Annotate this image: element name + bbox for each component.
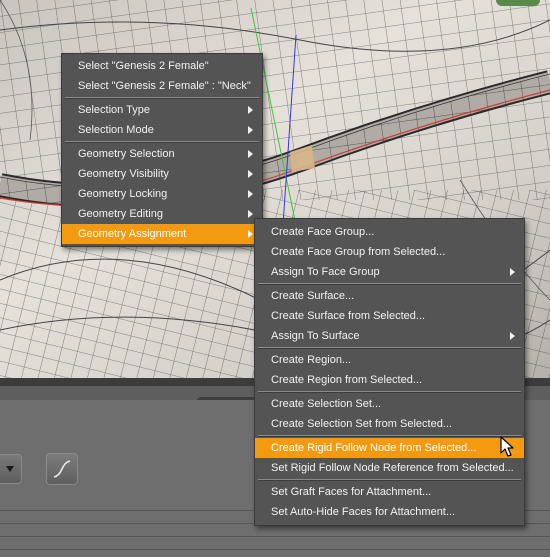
chevron-right-icon	[248, 190, 253, 198]
viewport-corner-widget[interactable]	[496, 0, 540, 6]
menu-separator	[258, 283, 521, 285]
chevron-down-icon	[6, 466, 14, 472]
dropdown-button[interactable]	[0, 454, 22, 484]
chevron-right-icon	[510, 332, 515, 340]
menu-item-label: Create Face Group from Selected...	[271, 246, 446, 258]
menu-item-set-auto-hide-faces[interactable]: Set Auto-Hide Faces for Attachment...	[255, 502, 524, 522]
menu-item-create-surface-from-selected[interactable]: Create Surface from Selected...	[255, 306, 524, 326]
menu-item-label: Geometry Assignment	[78, 228, 187, 240]
menu-item-set-rigid-follow-node-reference[interactable]: Set Rigid Follow Node Reference from Sel…	[255, 458, 524, 478]
menu-item-geometry-assignment[interactable]: Geometry Assignment	[62, 224, 262, 244]
menu-separator	[258, 435, 521, 437]
menu-item-label: Create Selection Set from Selected...	[271, 418, 452, 430]
menu-item-assign-to-surface[interactable]: Assign To Surface	[255, 326, 524, 346]
menu-item-create-face-group-from-selected[interactable]: Create Face Group from Selected...	[255, 242, 524, 262]
menu-separator	[258, 479, 521, 481]
menu-item-label: Geometry Selection	[78, 148, 175, 160]
chevron-right-icon	[248, 106, 253, 114]
menu-item-label: Create Region from Selected...	[271, 374, 423, 386]
menu-item-geometry-editing[interactable]: Geometry Editing	[62, 204, 262, 224]
menu-item-label: Assign To Face Group	[271, 266, 380, 278]
menu-item-label: Create Selection Set...	[271, 398, 382, 410]
pointer-cursor-icon	[500, 436, 514, 457]
geometry-assignment-submenu: Create Face Group... Create Face Group f…	[254, 218, 525, 526]
context-menu: Select "Genesis 2 Female" Select "Genesi…	[61, 53, 263, 247]
menu-item-create-rigid-follow-node[interactable]: Create Rigid Follow Node from Selected..…	[255, 438, 524, 458]
menu-item-selection-type[interactable]: Selection Type	[62, 100, 262, 120]
menu-item-label: Select "Genesis 2 Female"	[78, 60, 209, 72]
menu-separator	[258, 347, 521, 349]
chevron-right-icon	[510, 268, 515, 276]
menu-item-label: Set Auto-Hide Faces for Attachment...	[271, 506, 456, 518]
chevron-right-icon	[248, 126, 253, 134]
menu-item-label: Create Surface...	[271, 290, 355, 302]
menu-item-label: Geometry Visibility	[78, 168, 169, 180]
menu-item-create-surface[interactable]: Create Surface...	[255, 286, 524, 306]
menu-item-select-neck[interactable]: Select "Genesis 2 Female" : "Neck"	[62, 76, 262, 96]
menu-item-label: Selection Type	[78, 104, 150, 116]
menu-item-label: Geometry Locking	[78, 188, 168, 200]
menu-item-label: Create Face Group...	[271, 226, 375, 238]
menu-item-create-region-from-selected[interactable]: Create Region from Selected...	[255, 370, 524, 390]
chevron-right-icon	[248, 210, 253, 218]
menu-item-set-graft-faces[interactable]: Set Graft Faces for Attachment...	[255, 482, 524, 502]
menu-item-assign-to-face-group[interactable]: Assign To Face Group	[255, 262, 524, 282]
menu-item-label: Set Graft Faces for Attachment...	[271, 486, 432, 498]
menu-item-label: Selection Mode	[78, 124, 154, 136]
menu-item-create-selection-set-from-selected[interactable]: Create Selection Set from Selected...	[255, 414, 524, 434]
menu-item-label: Create Region...	[271, 354, 352, 366]
chevron-right-icon	[248, 170, 253, 178]
curve-icon	[53, 460, 71, 478]
menu-item-geometry-selection[interactable]: Geometry Selection	[62, 144, 262, 164]
menu-item-label: Set Rigid Follow Node Reference from Sel…	[271, 462, 514, 474]
menu-item-label: Select "Genesis 2 Female" : "Neck"	[78, 80, 251, 92]
menu-separator	[65, 141, 259, 143]
menu-item-label: Assign To Surface	[271, 330, 360, 342]
menu-item-geometry-visibility[interactable]: Geometry Visibility	[62, 164, 262, 184]
menu-separator	[258, 391, 521, 393]
menu-item-selection-mode[interactable]: Selection Mode	[62, 120, 262, 140]
chevron-right-icon	[248, 230, 253, 238]
menu-item-label: Geometry Editing	[78, 208, 163, 220]
chevron-right-icon	[248, 150, 253, 158]
menu-separator	[65, 97, 259, 99]
menu-item-geometry-locking[interactable]: Geometry Locking	[62, 184, 262, 204]
menu-item-create-region[interactable]: Create Region...	[255, 350, 524, 370]
menu-item-create-selection-set[interactable]: Create Selection Set...	[255, 394, 524, 414]
curve-button[interactable]	[46, 453, 78, 485]
menu-item-create-face-group[interactable]: Create Face Group...	[255, 222, 524, 242]
menu-item-label: Create Rigid Follow Node from Selected..…	[271, 442, 477, 454]
menu-item-select-figure[interactable]: Select "Genesis 2 Female"	[62, 56, 262, 76]
menu-item-label: Create Surface from Selected...	[271, 310, 426, 322]
